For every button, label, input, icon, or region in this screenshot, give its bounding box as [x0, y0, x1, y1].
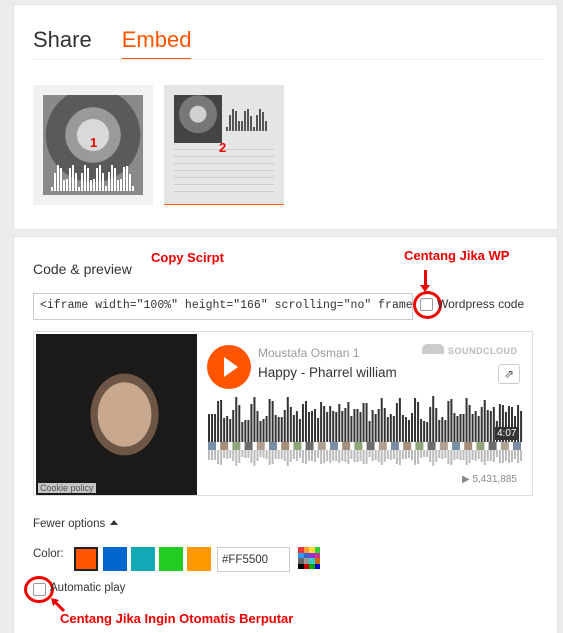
tracklist-lines — [174, 149, 274, 198]
marker-1: 1 — [90, 135, 98, 150]
play-count: ▶ 5,431,885 — [462, 474, 517, 485]
embed-style-visual-thumbnail[interactable]: 1 — [33, 85, 153, 205]
color-palette-icon[interactable] — [298, 547, 320, 569]
artist-name[interactable]: Moustafa Osman 1 — [258, 346, 359, 360]
soundcloud-brand[interactable]: SOUNDCLOUD — [448, 346, 518, 356]
track-title[interactable]: Happy - Pharrel william — [258, 365, 397, 380]
divider — [33, 59, 543, 60]
track-artwork: Cookie policy — [36, 334, 197, 495]
fewer-options-toggle[interactable]: Fewer options — [33, 518, 119, 530]
share-icon[interactable]: ⇗ — [498, 364, 520, 384]
tab-share[interactable]: Share — [33, 27, 92, 59]
soundcloud-logo-icon — [422, 344, 444, 354]
soundcloud-player-preview: Cookie policy Moustafa Osman 1 Happy - P… — [33, 331, 533, 496]
color-swatch-amber[interactable] — [187, 547, 211, 571]
arrow-down-icon — [420, 270, 430, 292]
color-swatch-orange[interactable] — [74, 547, 98, 571]
waveform[interactable] — [208, 392, 524, 472]
annotation-wp: Centang Jika WP — [404, 248, 510, 263]
section-title: Code & preview — [33, 261, 132, 277]
color-hex-input[interactable] — [217, 547, 290, 572]
color-swatch-blue[interactable] — [103, 547, 127, 571]
annotation-copy-script: Copy Scirpt — [151, 250, 224, 265]
annotation-autoplay: Centang Jika Ingin Otomatis Berputar — [60, 611, 294, 626]
track-duration: 4:07 — [495, 427, 519, 440]
marker-2: 2 — [219, 140, 227, 155]
share-embed-panel: Share Embed 1 2 — [13, 4, 558, 230]
embed-code-field[interactable]: <iframe width="100%" height="166" scroll… — [33, 293, 413, 320]
tab-embed[interactable]: Embed — [121, 27, 192, 59]
play-button[interactable] — [207, 345, 251, 389]
color-swatch-green[interactable] — [159, 547, 183, 571]
waveform-icon — [226, 107, 267, 131]
tab-bar: Share Embed — [33, 27, 192, 59]
wordpress-code-label: Wordpress code — [437, 297, 525, 311]
embed-style-classic-thumbnail[interactable]: 2 — [164, 85, 284, 205]
artwork-preview-image — [174, 95, 222, 143]
waveform-icon — [51, 163, 134, 191]
fewer-options-label: Fewer options — [33, 518, 106, 530]
color-swatch-teal[interactable] — [131, 547, 155, 571]
cookie-policy-link[interactable]: Cookie policy — [38, 483, 96, 493]
automatic-play-label: Automatic play — [50, 582, 126, 594]
code-preview-panel: Code & preview Copy Scirpt Centang Jika … — [13, 236, 558, 633]
color-label: Color: — [33, 548, 64, 560]
caret-up-icon — [110, 520, 119, 525]
